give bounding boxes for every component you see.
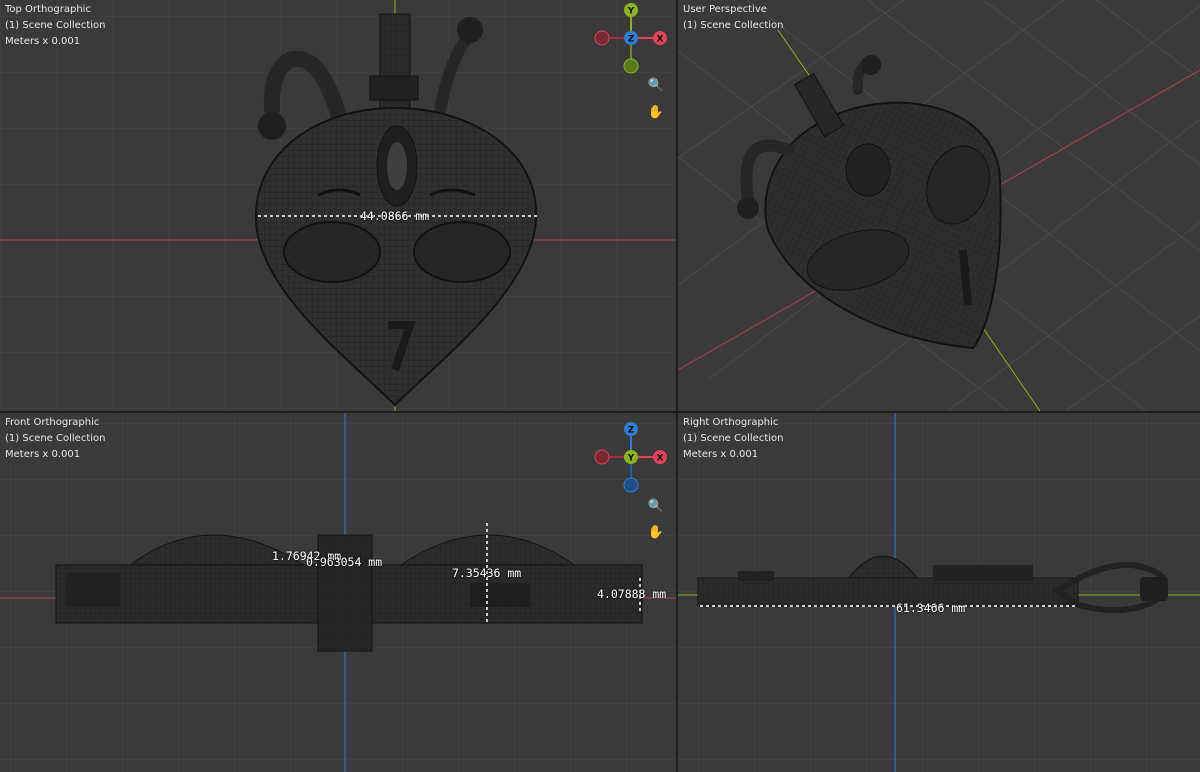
scene-collection-label: (1) Scene Collection <box>683 20 784 31</box>
scene-collection-label: (1) Scene Collection <box>683 433 784 444</box>
view-title: Right Orthographic <box>683 417 779 428</box>
measurement-label: 4.07888 mm <box>597 587 667 601</box>
right-view-canvas <box>678 413 1200 772</box>
viewport-header: Front Orthographic (1) Scene Collection … <box>5 415 105 463</box>
svg-text:Z: Z <box>628 426 635 436</box>
view-title: User Perspective <box>683 4 767 15</box>
svg-text:Y: Y <box>627 7 635 17</box>
hand-pan-icon[interactable]: ✋ <box>646 523 666 543</box>
units-label: Meters x 0.001 <box>683 449 759 460</box>
navigation-gizmo[interactable]: Y X Z <box>592 0 672 80</box>
zoom-icon[interactable]: 🔍 <box>646 76 666 96</box>
zoom-icon[interactable]: 🔍 <box>646 497 666 517</box>
measurement-label: 0.963054 mm <box>306 555 383 569</box>
scene-collection-label: (1) Scene Collection <box>5 433 106 444</box>
viewport-user-perspective[interactable]: User Perspective (1) Scene Collection <box>678 0 1200 411</box>
viewport-right-orthographic[interactable]: Right Orthographic (1) Scene Collection … <box>678 413 1200 772</box>
view-title: Top Orthographic <box>5 4 91 15</box>
viewport-divider-horizontal[interactable] <box>0 411 1200 413</box>
svg-text:X: X <box>657 454 664 464</box>
measurement-label: 7.35436 mm <box>452 566 522 580</box>
navigation-gizmo[interactable]: Z X Y <box>592 419 672 499</box>
viewport-divider-vertical[interactable] <box>676 0 678 772</box>
top-view-canvas <box>0 0 676 411</box>
measurement-label: 61.3466 mm <box>896 601 966 615</box>
front-view-canvas <box>0 413 676 772</box>
svg-text:X: X <box>657 35 664 45</box>
svg-text:Y: Y <box>627 454 635 464</box>
hand-pan-icon[interactable]: ✋ <box>646 103 666 123</box>
perspective-view-canvas <box>678 0 1200 411</box>
units-label: Meters x 0.001 <box>5 449 81 460</box>
measurement-label: 44.0866 mm <box>360 209 430 223</box>
units-label: Meters x 0.001 <box>5 36 81 47</box>
view-title: Front Orthographic <box>5 417 100 428</box>
viewport-header: User Perspective (1) Scene Collection <box>683 2 783 34</box>
viewport-front-orthographic[interactable]: Front Orthographic (1) Scene Collection … <box>0 413 676 772</box>
scene-collection-label: (1) Scene Collection <box>5 20 106 31</box>
viewport-header: Top Orthographic (1) Scene Collection Me… <box>5 2 105 50</box>
viewport-top-orthographic[interactable]: Top Orthographic (1) Scene Collection Me… <box>0 0 676 411</box>
svg-text:Z: Z <box>628 35 635 45</box>
viewport-header: Right Orthographic (1) Scene Collection … <box>683 415 783 463</box>
